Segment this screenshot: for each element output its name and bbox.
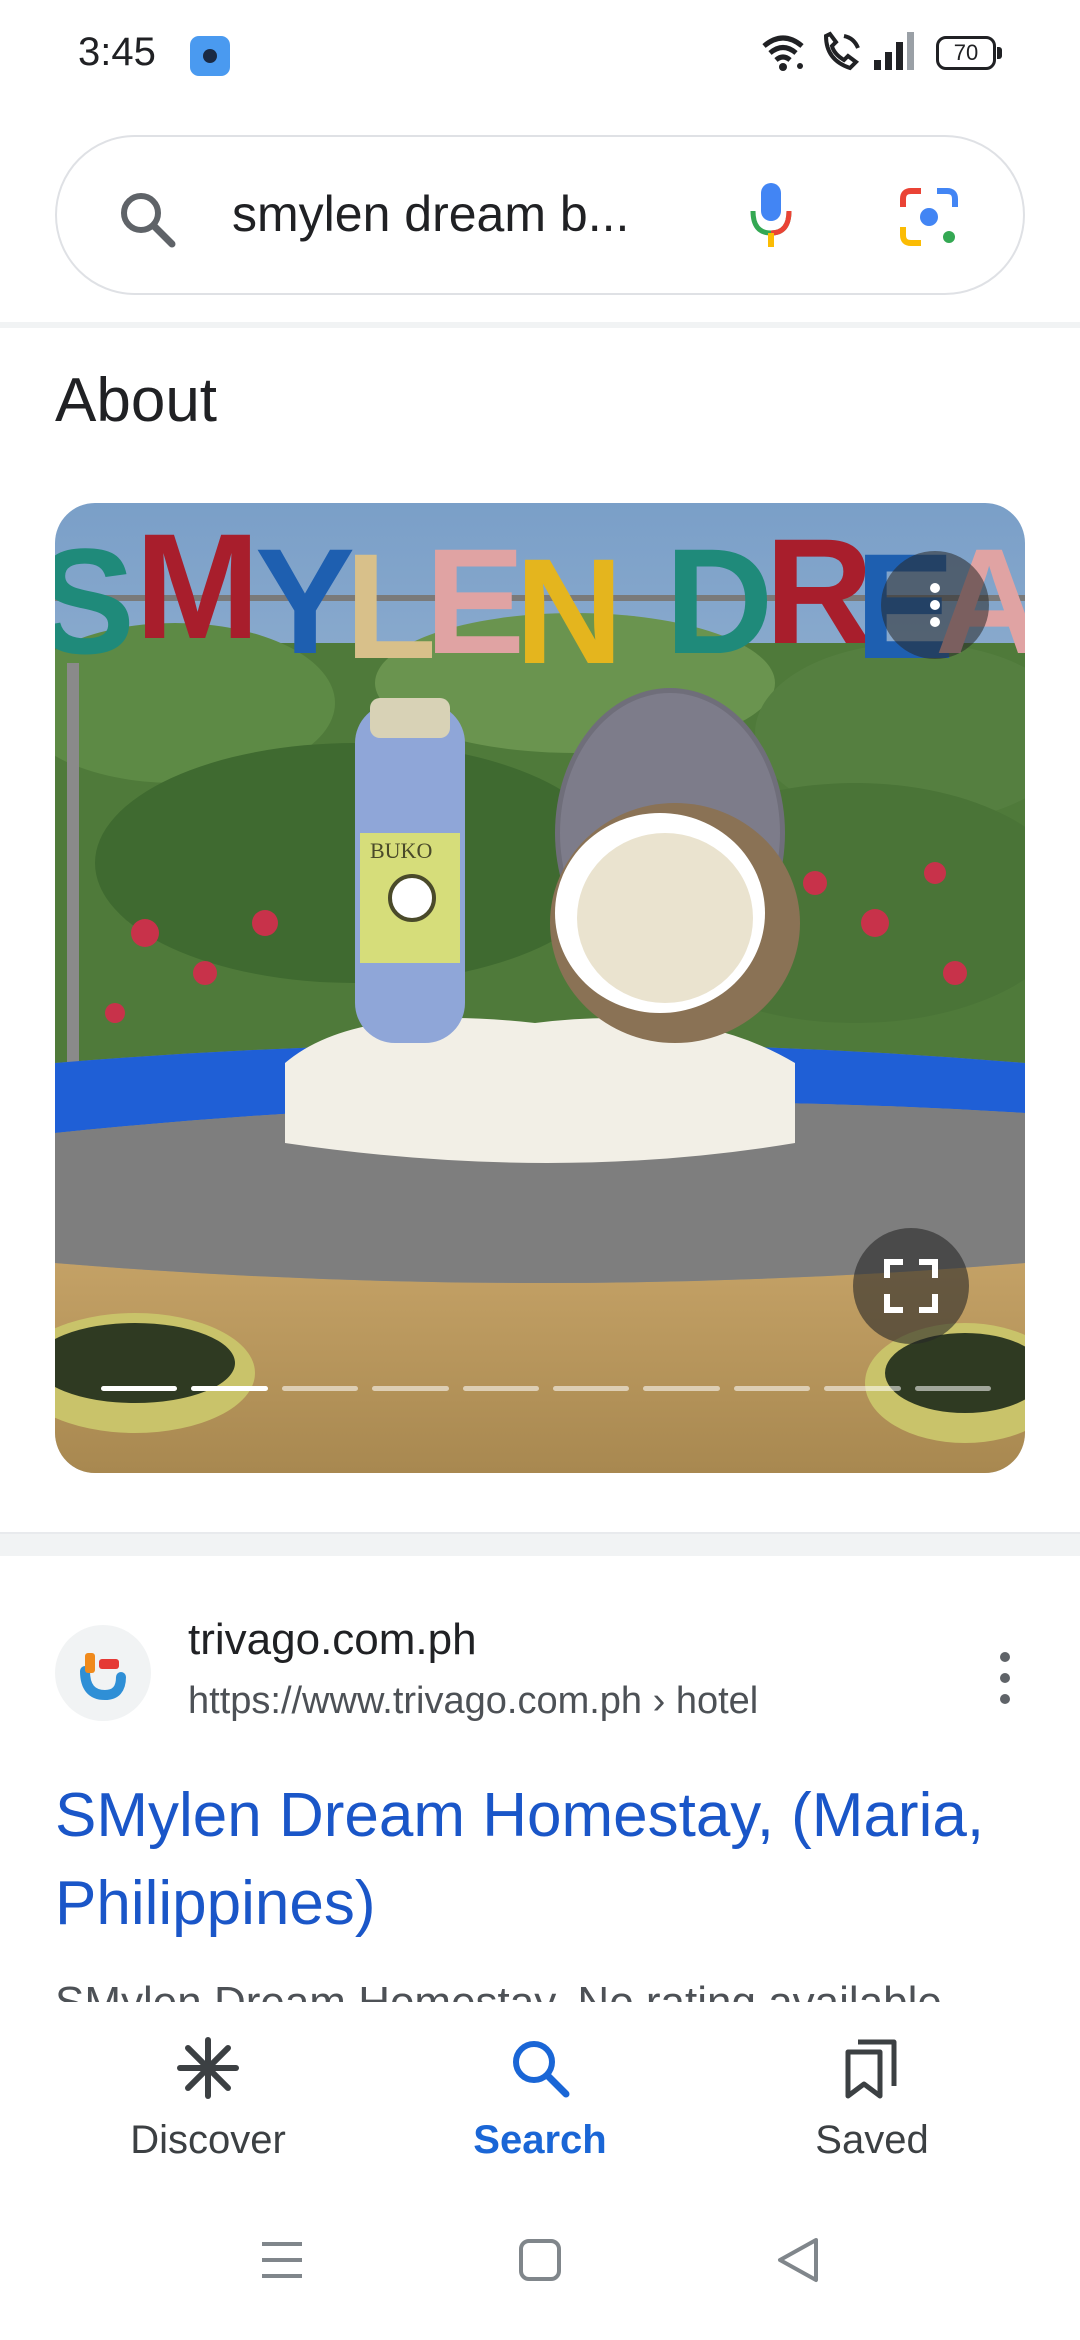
carousel-dot[interactable] [101,1386,178,1391]
search-box[interactable]: smylen dream b... [55,135,1025,295]
search-query[interactable]: smylen dream b... [232,185,629,243]
site-favicon[interactable] [55,1625,151,1721]
nav-search-label: Search [473,2118,607,2162]
nav-saved[interactable]: Saved [722,2002,1022,2182]
nav-saved-label: Saved [815,2118,929,2162]
fullscreen-button[interactable] [853,1228,969,1344]
nav-discover-label: Discover [130,2118,286,2162]
search-icon[interactable] [117,189,177,249]
svg-text:S: S [55,517,135,685]
header-divider [0,322,1080,328]
recent-apps-icon[interactable] [260,2238,304,2282]
carousel-indicators [101,1386,992,1394]
svg-text:M: M [135,503,260,670]
carousel-dot[interactable] [372,1386,449,1391]
nav-search[interactable]: Search [390,2002,690,2182]
carousel-dot[interactable] [643,1386,720,1391]
home-icon[interactable] [518,2238,562,2282]
wifi-call-icon [823,31,860,71]
discover-icon [177,2037,239,2099]
app-notification-icon [190,36,230,76]
svg-text:L: L [345,522,437,690]
mic-icon[interactable] [747,181,795,253]
carousel-dot[interactable] [914,1386,992,1391]
carousel-dot[interactable] [191,1386,268,1391]
system-navigation-bar [0,2200,1080,2340]
svg-text:BUKO: BUKO [370,838,432,863]
result-snippet: SMylen Dream Homestay. No rating availab… [55,1968,1055,2002]
result-url[interactable]: https://www.trivago.com.ph › hotel [188,1680,758,1723]
lens-icon[interactable] [897,185,961,249]
svg-text:E: E [425,517,525,685]
image-carousel[interactable]: S M Y L E N D R E A BUKO [55,503,1025,1473]
saved-icon [845,2039,897,2099]
wifi-icon [762,35,804,71]
svg-text:Y: Y [255,517,355,685]
back-icon[interactable] [776,2236,820,2284]
image-more-button[interactable] [881,551,989,659]
carousel-dot[interactable] [824,1386,901,1391]
nav-discover[interactable]: Discover [58,2002,358,2182]
svg-text:D: D [665,517,773,685]
carousel-dot[interactable] [281,1386,359,1391]
result-title-link[interactable]: SMylen Dream Homestay, (Maria, Philippin… [55,1772,1015,1948]
status-time: 3:45 [78,30,156,74]
svg-text:N: N [515,527,623,695]
result-site-name[interactable]: trivago.com.ph [188,1615,477,1665]
bottom-navigation: Discover Search Saved [0,2002,1080,2182]
section-title: About [55,366,218,435]
search-icon [513,2041,570,2098]
carousel-dot[interactable] [733,1386,811,1391]
status-bar: 3:45 70 [0,0,1080,110]
trivago-logo-icon [80,1653,126,1701]
carousel-dot[interactable] [462,1386,540,1391]
fullscreen-icon [884,1259,938,1313]
section-divider [0,1532,1080,1556]
battery-icon: 70 [936,36,1002,70]
result-more-button[interactable] [1000,1652,1010,1704]
signal-icon [874,32,914,70]
carousel-dot[interactable] [553,1386,630,1391]
